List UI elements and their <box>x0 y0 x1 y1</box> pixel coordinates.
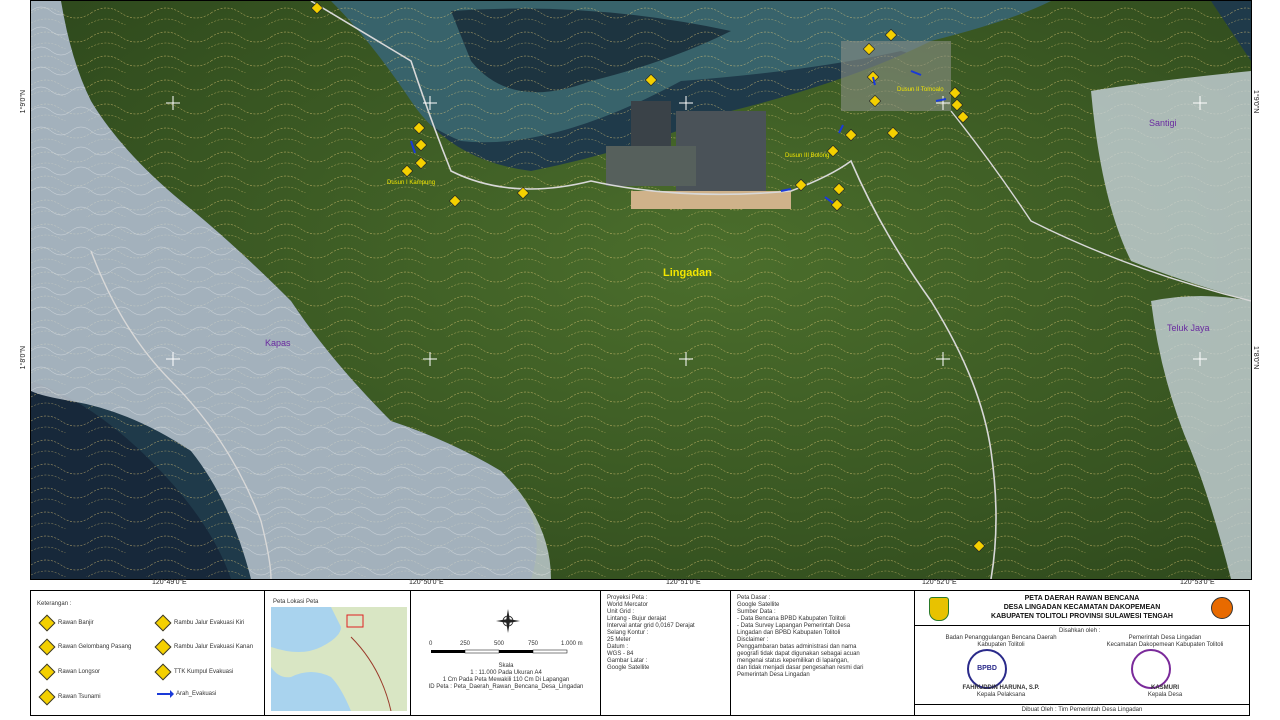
map-subtitle: DESA LINGADAN KECAMATAN DAKOPEMEAN <box>1003 604 1161 611</box>
scale-tick: 750 <box>528 641 539 647</box>
legend-symbols: Keterangan : Rawan Banjir Rawan Gelomban… <box>31 591 265 715</box>
place-label-teluk-jaya: Teluk Jaya <box>1167 323 1210 333</box>
village-stamp-icon <box>1131 649 1171 689</box>
longitude-label: 120°49'0"E <box>152 579 187 586</box>
inset-panel: Peta Lokasi Peta <box>265 591 411 715</box>
legend-item-flood: Rawan Banjir <box>38 614 94 632</box>
right-signature: KASMURI Kepala Desa <box>1147 685 1183 698</box>
scale-panel: 0 250 500 750 1.000 m Skala 1 : 11.000 P… <box>411 591 601 715</box>
latitude-label: 1°8'0"N <box>20 346 27 370</box>
muster-point-sign-icon <box>154 663 172 681</box>
legend-item-evac-right: Rambu Jalur Evakuasi Kanan <box>154 638 253 656</box>
latitude-label: 1°9'0"N <box>20 90 27 114</box>
map-footer: Dibuat Oleh : Tim Pemerintah Desa Lingad… <box>915 704 1249 714</box>
village-area <box>841 41 951 111</box>
source-panel: Peta Dasar : Google Satellite Sumber Data… <box>731 591 915 715</box>
inset-title: Peta Lokasi Peta <box>273 599 319 605</box>
approval-label: Disahkan oleh : <box>1059 628 1101 634</box>
scale-tick: 0 <box>429 641 433 647</box>
scale-tick: 1.000 m <box>561 641 583 647</box>
bpbd-stamp-icon: BPBD <box>967 649 1007 689</box>
legend-item-tsunami: Rawan Tsunami <box>38 688 101 706</box>
title-block: PETA DAERAH RAWAN BENCANA DESA LINGADAN … <box>915 591 1249 715</box>
left-signatory: Badan Penanggulangan Bencana Daerah Kabu… <box>945 635 1057 648</box>
place-label-kapas: Kapas <box>265 338 291 348</box>
place-label-lingadan: Lingadan <box>663 267 712 279</box>
regency-logo-icon <box>929 597 949 621</box>
fish-pond <box>606 146 696 186</box>
evacuation-left-sign-icon <box>154 614 172 632</box>
legend-item-evac-left: Rambu Jalur Evakuasi Kiri <box>154 614 244 632</box>
legend-item-wave: Rawan Gelombang Pasang <box>38 638 131 656</box>
satellite-map[interactable] <box>31 1 1251 579</box>
longitude-label: 120°50'0"E <box>409 579 444 586</box>
title-header: PETA DAERAH RAWAN BENCANA DESA LINGADAN … <box>915 591 1249 626</box>
map-frame[interactable]: Lingadan Kapas Santigi Teluk Jaya Dusun … <box>30 0 1252 580</box>
north-arrow-icon <box>496 609 520 633</box>
scale-tick: 250 <box>460 641 471 647</box>
longitude-label: 120°52'0"E <box>922 579 957 586</box>
longitude-label: 120°51'0"E <box>666 579 701 586</box>
latitude-label: 1°9'0"N <box>1252 90 1259 114</box>
legend-title: Keterangan : <box>37 601 72 607</box>
latitude-label: 1°8'0"N <box>1252 346 1259 370</box>
map-title: PETA DAERAH RAWAN BENCANA <box>1024 595 1140 602</box>
evacuation-right-sign-icon <box>154 638 172 656</box>
place-label-dusun-kampung: Dusun I Kampung <box>387 180 436 186</box>
route-arrow-icon <box>157 690 174 698</box>
left-signature: FAHRUDDIN HARUNA, S.P. Kepala Pelaksana <box>962 685 1040 698</box>
scale-tick: 500 <box>494 641 505 647</box>
place-label-dusun-tomoalo: Dusun II Tomoalo <box>897 87 944 93</box>
tsunami-sign-icon <box>38 688 56 706</box>
bnpb-logo-icon <box>1211 597 1233 619</box>
map-legend-panel: Keterangan : Rawan Banjir Rawan Gelomban… <box>30 590 1250 716</box>
wave-sign-icon <box>38 638 56 656</box>
landslide-sign-icon <box>38 663 56 681</box>
scale-bar <box>431 649 568 654</box>
flood-sign-icon <box>38 614 56 632</box>
legend-item-landslide: Rawan Longsor <box>38 663 100 681</box>
place-label-dusun-bolong: Dusun III Bolong <box>785 153 830 159</box>
legend-item-route: Arah_Evakuasi <box>157 690 216 698</box>
longitude-label: 120°53'0"E <box>1180 579 1215 586</box>
scale-text: Skala 1 : 11.000 Pada Ukuran A4 1 Cm Pad… <box>428 663 584 690</box>
inset-map[interactable] <box>271 607 407 711</box>
projection-panel: Proyeksi Peta : World Mercator Unit Grid … <box>601 591 731 715</box>
legend-item-muster: TTK Kumpul Evakuasi <box>154 663 233 681</box>
map-subtitle: KABUPATEN TOLITOLI PROVINSI SULAWESI TEN… <box>991 613 1173 620</box>
right-signatory: Pemerintah Desa Lingadan Kecamatan Dakop… <box>1106 635 1224 648</box>
place-label-santigi: Santigi <box>1149 118 1177 128</box>
